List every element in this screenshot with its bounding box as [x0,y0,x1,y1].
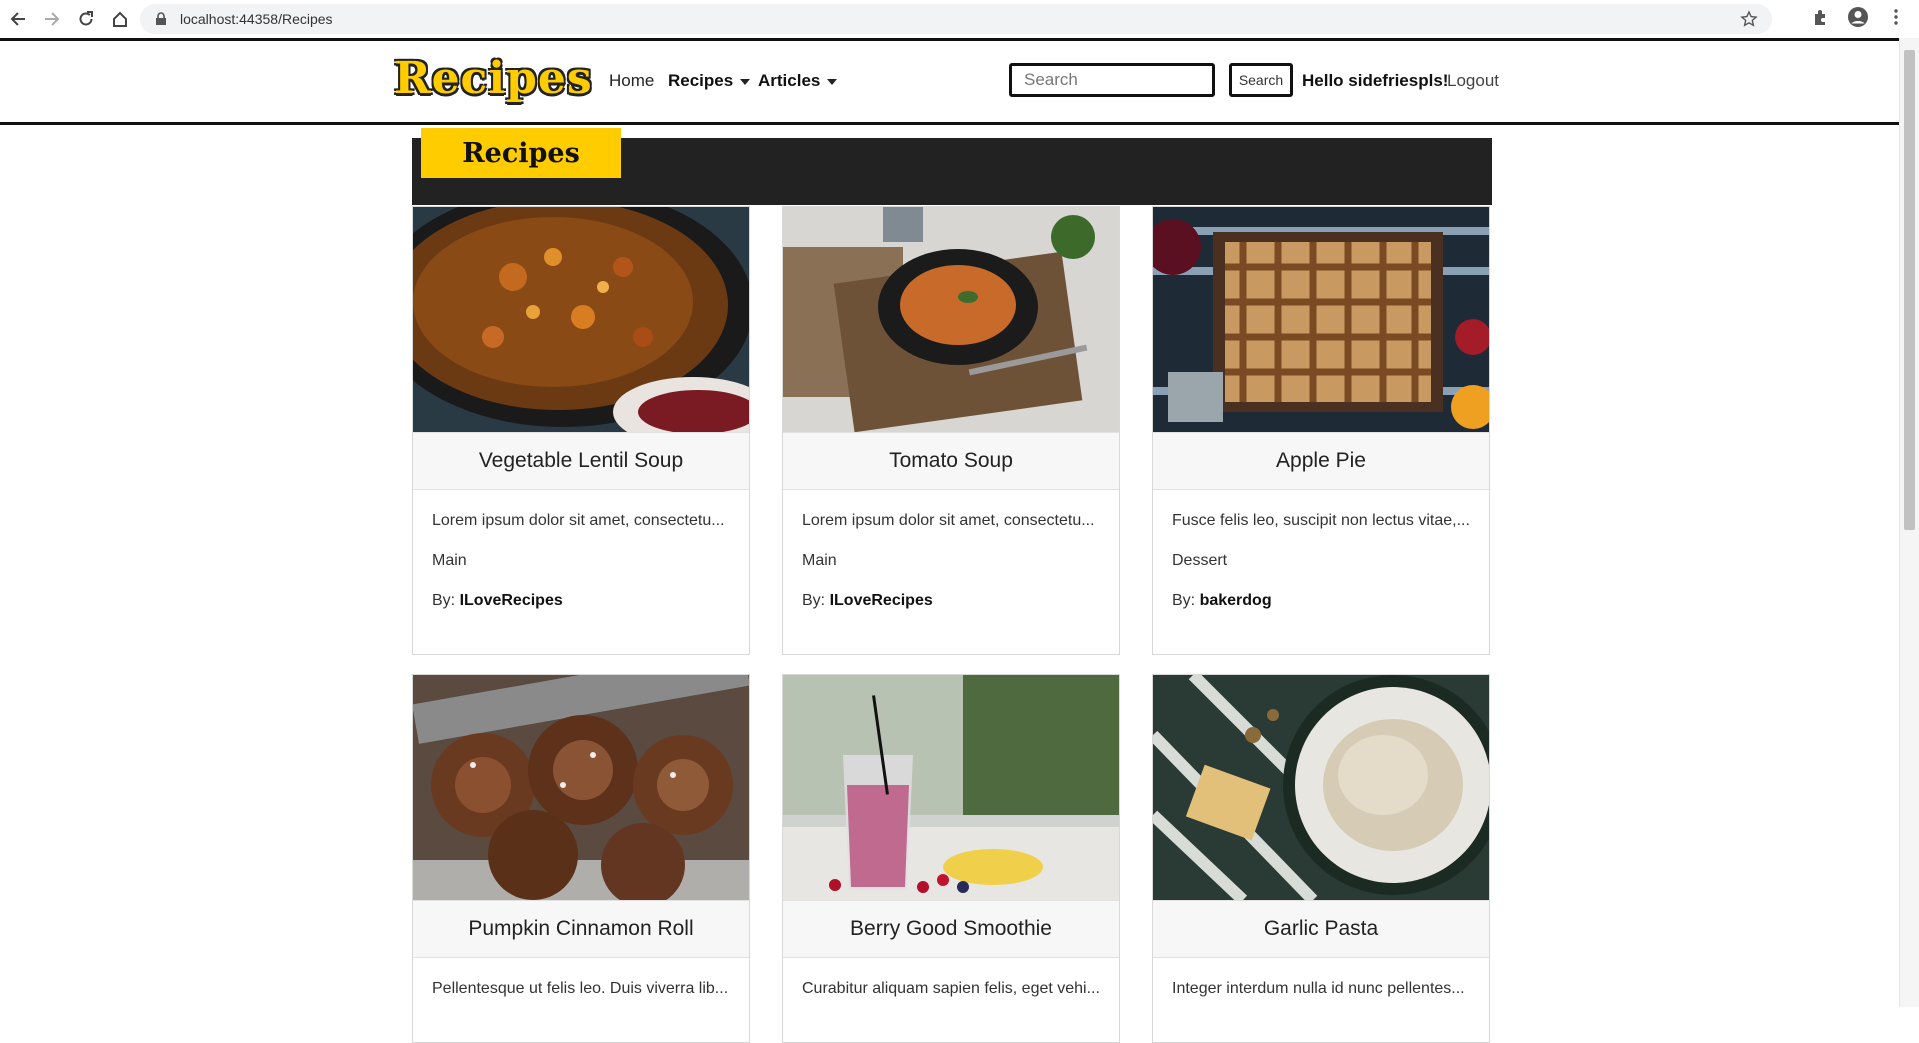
address-bar[interactable]: localhost:44358/Recipes [140,4,1772,34]
recipe-author-line: By: bakerdog [1172,590,1470,630]
url-text: localhost:44358/Recipes [180,11,333,27]
recipe-author[interactable]: ILoveRecipes [830,592,933,609]
recipe-image-lentil-soup[interactable] [413,207,749,432]
recipe-description: Pellentesque ut felis leo. Duis viverra … [432,980,729,997]
recipe-category: Main [802,552,837,569]
recipe-image-garlic-pasta[interactable] [1153,675,1489,900]
recipe-description: Lorem ipsum dolor sit amet, consectetu..… [802,512,1095,529]
recipe-author[interactable]: bakerdog [1200,592,1272,609]
back-icon[interactable] [2,3,34,35]
site-navbar: Recipes Home Recipes Articles Search Hel… [0,41,1900,122]
extensions-icon[interactable] [1807,4,1833,30]
nav-bottom-border [0,122,1900,125]
recipe-image-tomato-soup[interactable] [783,207,1119,432]
search-button[interactable]: Search [1229,63,1293,97]
nav-home-link[interactable]: Home [609,71,654,91]
recipe-card-body: Lorem ipsum dolor sit amet, consectetu..… [783,490,1119,654]
site-logo[interactable]: Recipes [394,53,593,104]
recipe-title[interactable]: Pumpkin Cinnamon Roll [413,900,749,958]
recipe-card[interactable]: Apple Pie Fusce felis leo, suscipit non … [1152,206,1490,655]
recipe-card-body: Fusce felis leo, suscipit non lectus vit… [1153,490,1489,654]
lock-icon [156,12,166,25]
page-banner: Recipes [412,128,1492,205]
caret-down-icon [827,78,838,85]
recipe-author-line: By: ILoveRecipes [802,590,1100,630]
recipe-card[interactable]: Garlic Pasta Integer interdum nulla id n… [1152,674,1490,1043]
recipe-category: Main [432,552,467,569]
browser-toolbar: localhost:44358/Recipes [0,0,1919,39]
recipe-card[interactable]: Pumpkin Cinnamon Roll Pellentesque ut fe… [412,674,750,1043]
recipe-title[interactable]: Vegetable Lentil Soup [413,432,749,490]
recipe-card-body: Pellentesque ut felis leo. Duis viverra … [413,958,749,1042]
recipe-title[interactable]: Tomato Soup [783,432,1119,490]
recipe-author[interactable]: ILoveRecipes [460,592,563,609]
by-label: By: [1172,592,1196,609]
nav-articles-label: Articles [758,71,821,90]
recipe-card[interactable]: Berry Good Smoothie Curabitur aliquam sa… [782,674,1120,1043]
recipe-card-body: Integer interdum nulla id nunc pellentes… [1153,958,1489,1042]
recipe-description: Fusce felis leo, suscipit non lectus vit… [1172,512,1470,529]
forward-icon[interactable] [36,3,68,35]
recipe-card[interactable]: Tomato Soup Lorem ipsum dolor sit amet, … [782,206,1120,655]
recipe-card-body: Curabitur aliquam sapien felis, eget veh… [783,958,1119,1042]
recipe-title[interactable]: Berry Good Smoothie [783,900,1119,958]
page-scrollbar[interactable] [1899,38,1919,1007]
recipe-description: Integer interdum nulla id nunc pellentes… [1172,980,1465,997]
user-greeting: Hello sidefriespls! [1302,71,1449,90]
bookmark-star-icon[interactable] [1740,10,1758,28]
recipe-image-apple-pie[interactable] [1153,207,1489,432]
by-label: By: [802,592,826,609]
recipe-card[interactable]: Vegetable Lentil Soup Lorem ipsum dolor … [412,206,750,655]
nav-recipes-label: Recipes [668,71,734,90]
recipe-description: Lorem ipsum dolor sit amet, consectetu..… [432,512,725,529]
home-icon[interactable] [104,3,136,35]
logout-link[interactable]: Logout [1447,71,1499,91]
recipe-author-line: By: ILoveRecipes [432,590,730,630]
reload-icon[interactable] [70,3,102,35]
recipe-category: Dessert [1172,552,1228,569]
caret-down-icon [740,78,751,85]
menu-dots-icon[interactable] [1883,4,1909,30]
recipe-image-smoothie[interactable] [783,675,1119,900]
profile-icon[interactable] [1845,4,1871,30]
recipe-card-body: Lorem ipsum dolor sit amet, consectetu..… [413,490,749,654]
page-title: Recipes [421,128,621,178]
nav-recipes-dropdown[interactable]: Recipes [668,71,751,91]
recipe-description: Curabitur aliquam sapien felis, eget veh… [802,980,1100,997]
recipe-title[interactable]: Garlic Pasta [1153,900,1489,958]
scrollbar-thumb[interactable] [1904,50,1915,530]
recipe-title[interactable]: Apple Pie [1153,432,1489,490]
search-input[interactable] [1009,63,1215,97]
recipe-image-cinnamon-roll[interactable] [413,675,749,900]
by-label: By: [432,592,456,609]
nav-articles-dropdown[interactable]: Articles [758,71,838,91]
